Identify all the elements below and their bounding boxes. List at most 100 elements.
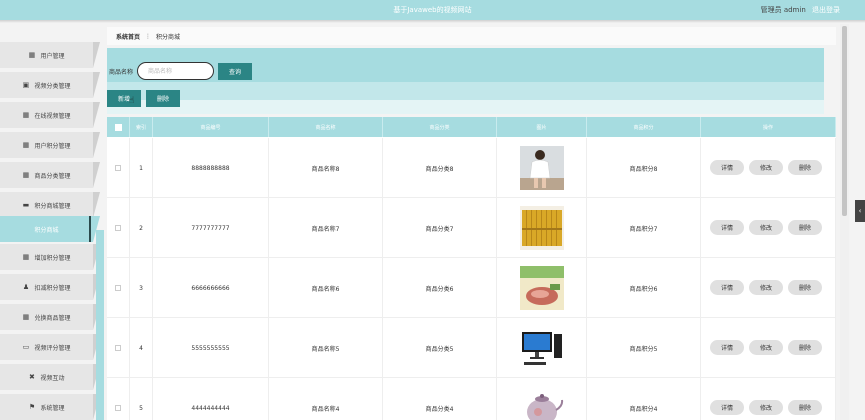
edit-button[interactable]: 修改	[749, 400, 783, 415]
header-points: 商品积分	[587, 117, 701, 137]
top-bar-shadow	[0, 20, 865, 23]
product-image-cell	[497, 318, 587, 378]
row-delete-button[interactable]: 删除	[788, 400, 822, 415]
product-image-cell	[497, 198, 587, 258]
select-all-checkbox[interactable]	[114, 123, 122, 131]
operations-cell: 详情 修改 删除	[701, 138, 836, 198]
add-button[interactable]: 新增	[107, 90, 141, 107]
sidebar-item-users[interactable]: ▦ 用户管理	[0, 42, 100, 68]
product-name: 商品名称5	[269, 318, 383, 378]
product-code: 8888888888	[153, 138, 269, 198]
breadcrumb-current: 积分商城	[156, 33, 181, 41]
sidebar-accent-strip	[96, 230, 104, 420]
product-name: 商品名称6	[269, 258, 383, 318]
row-select-cell	[107, 318, 130, 378]
operations-cell: 详情 修改 删除	[701, 378, 836, 420]
breadcrumb-home[interactable]: 系统首页	[116, 32, 140, 41]
action-panel	[107, 82, 824, 100]
header-code: 商品编号	[153, 117, 269, 137]
product-image-cell	[497, 138, 587, 198]
detail-button[interactable]: 详情	[710, 400, 744, 415]
top-bar: 基于Javaweb的视频网站 管理员 admin 退出登录	[0, 0, 865, 20]
product-points: 商品积分6	[587, 258, 701, 318]
row-delete-button[interactable]: 删除	[788, 160, 822, 175]
detail-button[interactable]: 详情	[710, 280, 744, 295]
edit-button[interactable]: 修改	[749, 160, 783, 175]
operations-cell: 详情 修改 删除	[701, 198, 836, 258]
detail-button[interactable]: 详情	[710, 160, 744, 175]
collapse-tab[interactable]: ‹	[855, 200, 865, 222]
product-code: 6666666666	[153, 258, 269, 318]
row-select-cell	[107, 378, 130, 420]
product-points: 商品积分7	[587, 198, 701, 258]
row-delete-button[interactable]: 删除	[788, 220, 822, 235]
sidebar-item-points-mall[interactable]: 积分商城	[0, 216, 100, 242]
product-image-cell	[497, 258, 587, 318]
header-image: 图片	[497, 117, 587, 137]
product-code: 5555555555	[153, 318, 269, 378]
row-delete-button[interactable]: 删除	[788, 340, 822, 355]
operations-cell: 详情 修改 删除	[701, 318, 836, 378]
product-image	[519, 386, 564, 420]
sidebar-item-video-category[interactable]: ▣ 视频分类管理	[0, 72, 100, 98]
product-image	[519, 146, 564, 190]
ticket-icon: ✖	[29, 372, 35, 381]
sidebar-item-deduct-points[interactable]: ♟ 扣减积分管理	[0, 274, 100, 300]
action-panel-fade	[107, 100, 824, 114]
sidebar-item-label: 视频评分管理	[34, 344, 71, 352]
row-checkbox[interactable]	[115, 165, 121, 171]
chevron-left-icon: ‹	[858, 207, 862, 215]
row-checkbox[interactable]	[115, 285, 121, 291]
row-select-cell	[107, 198, 130, 258]
edit-button[interactable]: 修改	[749, 340, 783, 355]
operations-cell: 详情 修改 删除	[701, 258, 836, 318]
breadcrumb-separator: ⋮	[145, 32, 152, 40]
sidebar-item-online-video[interactable]: ▦ 在线视频管理	[0, 102, 100, 128]
logout-link[interactable]: 退出登录	[812, 6, 840, 14]
grid-icon: ▦	[28, 50, 36, 59]
edit-button[interactable]: 修改	[749, 280, 783, 295]
table-row: 2 7777777777 商品名称7 商品分类7 商品积分7 详情 修改 删除	[107, 198, 836, 258]
row-checkbox[interactable]	[115, 225, 121, 231]
briefcase-icon: ▬	[22, 200, 30, 209]
table-row: 4 5555555555 商品名称5 商品分类5 商品积分5 详情 修改 删除	[107, 318, 836, 378]
user-label: 管理员 admin	[760, 6, 806, 14]
sidebar-item-label: 扣减积分管理	[34, 284, 71, 292]
search-button[interactable]: 查询	[218, 63, 252, 80]
sidebar-item-points-mall-admin[interactable]: ▬ 积分商城管理	[0, 192, 100, 218]
sidebar-item-redeem-products[interactable]: ▦ 兑换商品管理	[0, 304, 100, 330]
clipboard-icon: ▣	[22, 80, 30, 89]
sidebar-item-user-points[interactable]: ▦ 用户积分管理	[0, 132, 100, 158]
product-category: 商品分类6	[383, 258, 497, 318]
detail-button[interactable]: 详情	[710, 220, 744, 235]
edit-button[interactable]: 修改	[749, 220, 783, 235]
row-select-cell	[107, 138, 130, 198]
sidebar-item-label: 视频分类管理	[34, 82, 71, 90]
product-category: 商品分类8	[383, 138, 497, 198]
row-checkbox[interactable]	[115, 405, 121, 411]
product-name: 商品名称8	[269, 138, 383, 198]
delete-button[interactable]: 删除	[146, 90, 180, 107]
mouse-cursor-icon: ☝	[129, 96, 135, 106]
detail-button[interactable]: 详情	[710, 340, 744, 355]
sidebar-item-label: 用户管理	[40, 52, 65, 60]
sidebar-item-label: 积分商城	[34, 226, 59, 234]
product-name: 商品名称4	[269, 378, 383, 420]
product-points: 商品积分8	[587, 138, 701, 198]
sidebar-item-video-rating[interactable]: ▭ 视频评分管理	[0, 334, 100, 360]
sidebar-item-product-category[interactable]: ▦ 商品分类管理	[0, 162, 100, 188]
sidebar-item-label: 兑换商品管理	[34, 314, 71, 322]
search-input[interactable]	[137, 62, 214, 80]
sidebar-item-video-interaction[interactable]: ✖ 视频互动	[0, 364, 100, 390]
sidebar-item-label: 视频互动	[40, 374, 65, 382]
scrollbar-thumb[interactable]	[842, 26, 847, 216]
grid-icon: ▦	[22, 170, 30, 179]
row-checkbox[interactable]	[115, 345, 121, 351]
row-select-cell	[107, 258, 130, 318]
sidebar-item-add-points[interactable]: ▦ 增加积分管理	[0, 244, 100, 270]
monitor-icon: ▭	[22, 342, 30, 351]
row-delete-button[interactable]: 删除	[788, 280, 822, 295]
user-info: 管理员 admin 退出登录	[761, 5, 840, 15]
product-category: 商品分类7	[383, 198, 497, 258]
sidebar-item-system[interactable]: ⚑ 系统管理	[0, 394, 100, 420]
